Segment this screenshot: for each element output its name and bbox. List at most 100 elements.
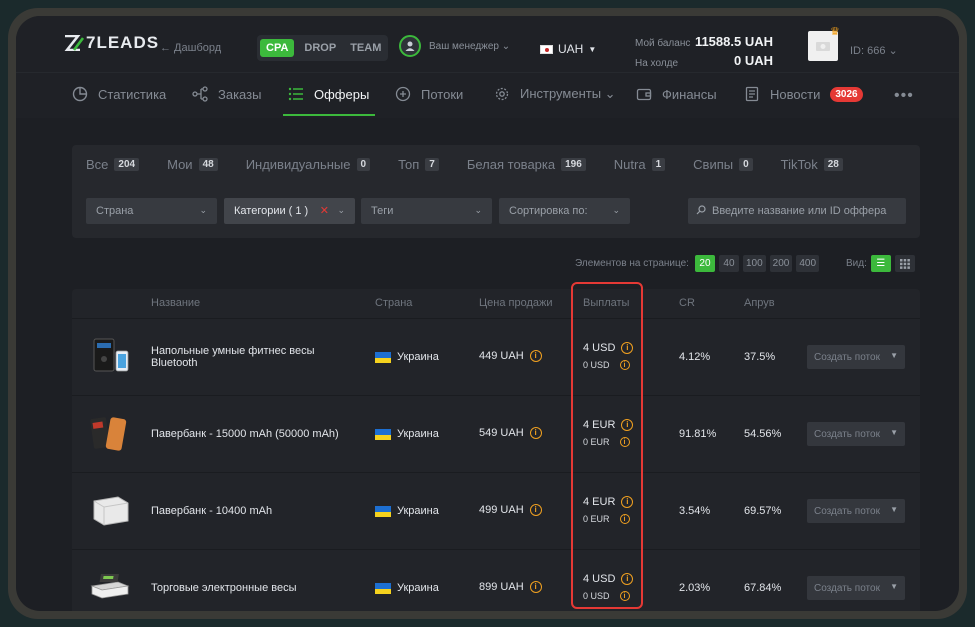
table-row[interactable]: Павербанк - 15000 mAh (50000 mAh) Украин… xyxy=(72,395,920,472)
hold-label: На холде xyxy=(635,58,679,69)
device-frame: 7LEADS ← Дашборд CPA DROP TEAM Ваш менед… xyxy=(8,8,967,619)
nav-label: Финансы xyxy=(662,86,717,102)
offer-search-field[interactable] xyxy=(688,198,906,224)
info-icon[interactable]: i xyxy=(621,342,634,354)
product-image-trade-scale xyxy=(88,568,132,608)
nav-item-statistics[interactable]: Статистика xyxy=(72,86,166,102)
page-size-option[interactable]: 400 xyxy=(796,255,820,272)
country-label: Украина xyxy=(397,351,439,363)
logo[interactable]: 7LEADS xyxy=(64,33,159,53)
create-flow-button[interactable]: Создать поток ▼ xyxy=(807,422,905,446)
tab-label: Свипы xyxy=(693,157,734,172)
column-header-approve[interactable]: Апрув xyxy=(744,297,775,309)
info-icon[interactable]: i xyxy=(529,350,542,362)
approve-value: 54.56% xyxy=(744,428,782,440)
tab-nutra[interactable]: Nutra 1 xyxy=(614,157,666,172)
create-flow-button[interactable]: Создать поток ▼ xyxy=(807,345,905,369)
top-header: 7LEADS ← Дашборд CPA DROP TEAM Ваш менед… xyxy=(16,16,959,72)
clear-filter-icon[interactable]: ✕ xyxy=(320,204,329,217)
page-size-selector: Элементов на странице: 20 40 100 200 400 xyxy=(575,255,820,272)
mode-drop-button[interactable]: DROP xyxy=(300,39,340,57)
info-icon[interactable]: i xyxy=(529,581,542,593)
table-row[interactable]: Напольные умные фитнес весы Bluetooth Ук… xyxy=(72,318,920,395)
logo-text: 7LEADS xyxy=(86,33,160,52)
tab-tiktok[interactable]: TikTok 28 xyxy=(781,157,843,172)
column-header-price[interactable]: Цена продажи xyxy=(479,297,553,309)
page-size-option[interactable]: 100 xyxy=(742,255,766,272)
sort-select[interactable]: Сортировка по: ⌄ xyxy=(499,198,630,224)
nav-item-flows[interactable]: Потоки xyxy=(395,86,463,102)
view-label: Вид: xyxy=(846,258,867,269)
user-id-dropdown[interactable]: ID: 666 ⌄ xyxy=(850,44,898,57)
tab-individual[interactable]: Индивидуальные 0 xyxy=(246,157,371,172)
nav-item-orders[interactable]: Заказы xyxy=(192,86,261,102)
tab-top[interactable]: Топ 7 xyxy=(398,157,439,172)
create-flow-button[interactable]: Создать поток ▼ xyxy=(807,576,905,600)
info-icon[interactable]: i xyxy=(621,496,634,508)
nav-item-finance[interactable]: Финансы xyxy=(636,86,717,102)
info-icon[interactable]: i xyxy=(621,573,634,585)
search-input[interactable] xyxy=(712,205,898,217)
create-flow-button[interactable]: Создать поток ▼ xyxy=(807,499,905,523)
active-tab-underline xyxy=(283,114,375,116)
chevron-down-icon: ▼ xyxy=(588,44,597,54)
chevron-down-icon: ⌄ xyxy=(337,205,345,215)
product-name[interactable]: Напольные умные фитнес весы Bluetooth xyxy=(151,345,351,369)
ukraine-flag-icon xyxy=(375,505,391,517)
product-name[interactable]: Торговые электронные весы xyxy=(151,582,351,594)
balance-labels: Мой баланс На холде xyxy=(635,34,690,74)
page-size-option[interactable]: 40 xyxy=(718,255,739,272)
search-icon xyxy=(696,202,706,220)
column-header-country[interactable]: Страна xyxy=(375,297,412,309)
mode-cpa-button[interactable]: CPA xyxy=(260,39,295,57)
info-icon[interactable]: i xyxy=(529,427,542,439)
news-count-badge: 3026 xyxy=(830,86,863,102)
info-icon[interactable]: i xyxy=(619,360,630,370)
chevron-down-icon: ⌄ xyxy=(199,205,207,215)
dashboard-back-link[interactable]: ← Дашборд xyxy=(160,42,221,54)
country-cell: Украина xyxy=(375,505,439,517)
currency-dropdown[interactable]: UAH ▼ xyxy=(540,42,596,56)
info-icon[interactable]: i xyxy=(621,419,634,431)
table-row[interactable]: Торговые электронные весы Украина 899 UA… xyxy=(72,549,920,611)
mode-switch: CPA DROP TEAM xyxy=(257,35,389,61)
info-icon[interactable]: i xyxy=(529,504,542,516)
nav-item-tools[interactable]: Инструменты ⌄ xyxy=(494,86,616,102)
create-flow-label: Создать поток xyxy=(814,428,880,440)
manager-dropdown[interactable]: Ваш менеджер ⌄ xyxy=(399,35,510,57)
country-label: Украина xyxy=(397,428,439,440)
tab-count-badge: 0 xyxy=(739,158,753,171)
column-header-name[interactable]: Название xyxy=(151,297,200,309)
tab-all[interactable]: Все 204 xyxy=(86,157,140,172)
tab-white-goods[interactable]: Белая товарка 196 xyxy=(467,157,586,172)
product-name[interactable]: Павербанк - 10400 mAh xyxy=(151,505,351,517)
payout-cell: 4 EUR i 0 EUR i xyxy=(583,419,634,447)
nav-item-news[interactable]: Новости 3026 xyxy=(744,86,863,102)
country-select[interactable]: Страна ⌄ xyxy=(86,198,217,224)
mode-team-button[interactable]: TEAM xyxy=(346,39,385,57)
page-size-label: Элементов на странице: xyxy=(575,258,689,269)
table-row[interactable]: Павербанк - 10400 mAh Украина 499 UAH i … xyxy=(72,472,920,549)
page-size-option[interactable]: 200 xyxy=(769,255,793,272)
tab-count-badge: 28 xyxy=(823,158,843,171)
payout-cell: 4 USD i 0 USD i xyxy=(583,342,634,370)
nav-label: Новости xyxy=(770,86,821,102)
page-size-option[interactable]: 20 xyxy=(694,255,715,272)
product-name[interactable]: Павербанк - 15000 mAh (50000 mAh) xyxy=(151,428,351,440)
column-header-cr[interactable]: CR xyxy=(679,297,695,309)
product-image-powerbank-10400 xyxy=(88,491,132,531)
tab-sweeps[interactable]: Свипы 0 xyxy=(693,157,753,172)
column-header-payout[interactable]: Выплаты xyxy=(583,297,629,309)
more-menu-icon[interactable]: ••• xyxy=(894,87,914,105)
info-icon[interactable]: i xyxy=(619,437,630,447)
tab-my[interactable]: Мои 48 xyxy=(167,157,218,172)
grid-view-icon[interactable] xyxy=(894,255,915,272)
info-icon[interactable]: i xyxy=(619,514,630,524)
price-cell: 499 UAH i xyxy=(479,504,542,516)
caret-down-icon: ▼ xyxy=(890,428,898,437)
list-view-icon[interactable]: ☰ xyxy=(870,255,891,272)
nav-item-offers[interactable]: Офферы xyxy=(288,86,369,102)
tags-select[interactable]: Теги ⌄ xyxy=(361,198,492,224)
info-icon[interactable]: i xyxy=(619,591,630,601)
categories-select[interactable]: Категории ( 1 ) ✕ ⌄ xyxy=(224,198,355,224)
